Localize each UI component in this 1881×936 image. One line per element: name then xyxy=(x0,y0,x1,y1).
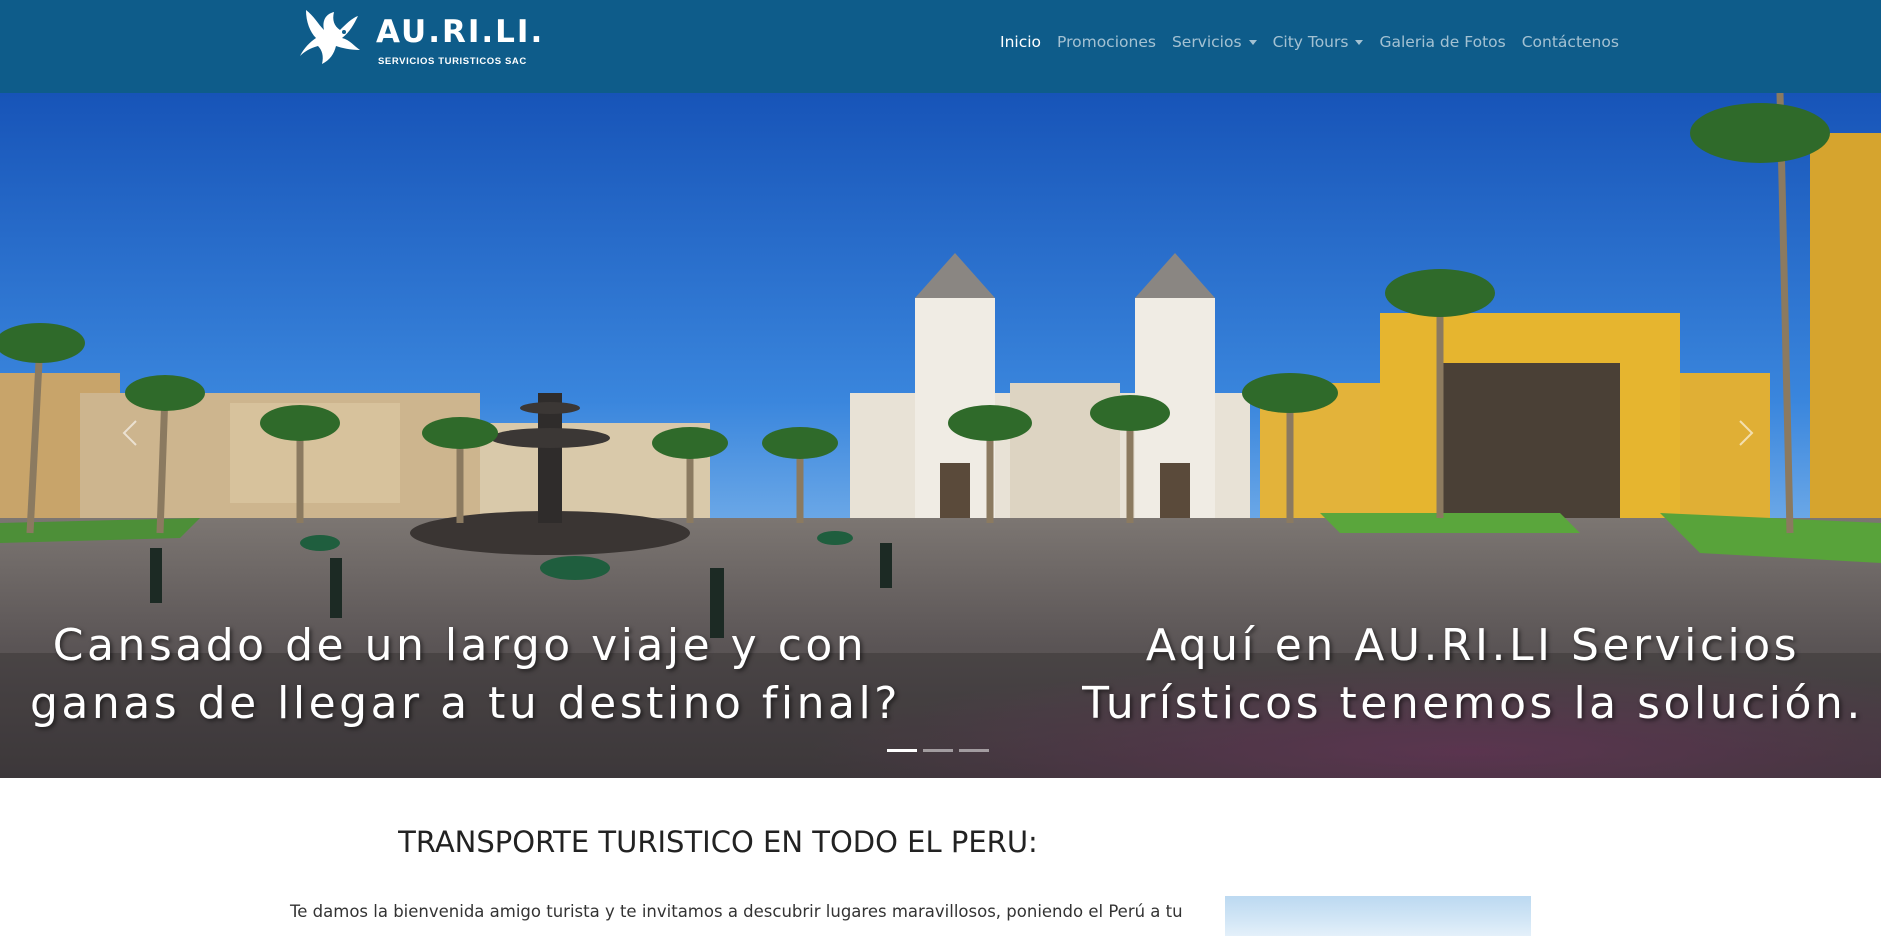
nav-item-promociones[interactable]: Promociones xyxy=(1057,33,1156,51)
nav-item-label: Inicio xyxy=(1000,33,1042,51)
carousel-prev-button[interactable] xyxy=(100,383,160,483)
nav-item-galeria[interactable]: Galeria de Fotos xyxy=(1379,33,1505,51)
caption-line: ganas de llegar a tu destino final? xyxy=(30,678,902,729)
top-navbar: AU.RI.LI. SERVICIOS TURISTICOS SAC Inici… xyxy=(0,0,1881,93)
nav-item-label: City Tours xyxy=(1272,33,1349,51)
carousel-indicators xyxy=(887,749,995,752)
caret-down-icon xyxy=(1355,39,1364,45)
intro-paragraph: Te damos la bienvenida amigo turista y t… xyxy=(290,902,1183,921)
nav-item-label: Servicios xyxy=(1171,33,1242,51)
nav-item-label: Contáctenos xyxy=(1521,33,1619,51)
carousel-next-button[interactable] xyxy=(1716,383,1776,483)
eagle-icon xyxy=(300,10,360,64)
hero-caption-left: Cansado de un largo viaje y con ganas de… xyxy=(30,617,902,733)
hero-caption-right: Aquí en AU.RI.LI Servicios Turísticos te… xyxy=(1078,617,1868,733)
nav-item-label: Promociones xyxy=(1057,33,1156,51)
hero-carousel: Cansado de un largo viaje y con ganas de… xyxy=(0,93,1881,778)
nav-item-servicios[interactable]: Servicios xyxy=(1172,33,1257,51)
nav-item-inicio[interactable]: Inicio xyxy=(1000,33,1041,51)
chevron-left-icon xyxy=(122,420,137,446)
carousel-indicator-2[interactable] xyxy=(923,749,953,752)
nav-item-city-tours[interactable]: City Tours xyxy=(1273,33,1364,51)
carousel-indicator-3[interactable] xyxy=(959,749,989,752)
section-heading: TRANSPORTE TURISTICO EN TODO EL PERU: xyxy=(398,825,1038,859)
brand-subtitle: SERVICIOS TURISTICOS SAC xyxy=(378,56,527,67)
brand-name: AU.RI.LI. xyxy=(376,14,545,50)
caption-line: Turísticos tenemos la solución. xyxy=(1082,678,1864,729)
caption-line: Cansado de un largo viaje y con xyxy=(52,620,868,671)
caret-down-icon xyxy=(1248,39,1257,45)
side-photo xyxy=(1225,896,1531,936)
chevron-right-icon xyxy=(1739,420,1754,446)
brand-logo[interactable]: AU.RI.LI. SERVICIOS TURISTICOS SAC xyxy=(300,6,542,68)
nav-item-label: Galeria de Fotos xyxy=(1379,33,1506,51)
main-nav: Inicio Promociones Servicios City Tours … xyxy=(1000,30,1635,54)
nav-item-contactenos[interactable]: Contáctenos xyxy=(1522,33,1619,51)
caption-line: Aquí en AU.RI.LI Servicios xyxy=(1145,620,1801,671)
carousel-indicator-1[interactable] xyxy=(887,749,917,752)
